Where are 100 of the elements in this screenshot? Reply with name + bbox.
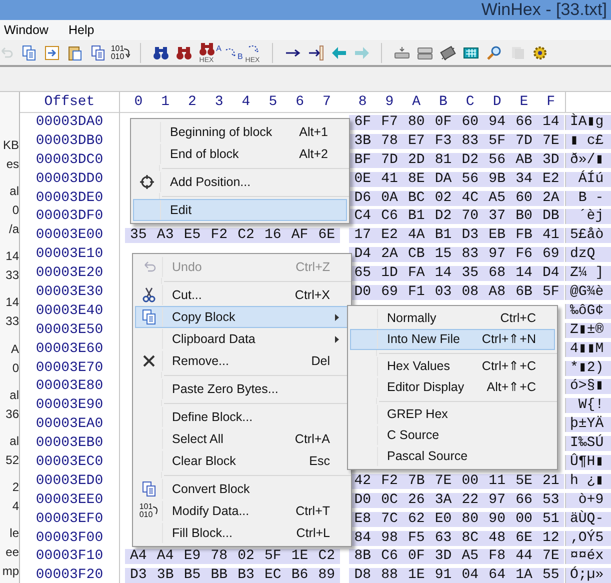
hex-byte: 62 — [402, 512, 430, 527]
menu-item[interactable]: C Source — [350, 425, 555, 446]
side-panel-text: 33 — [6, 267, 19, 284]
offset-cell: 00003EE0 — [20, 490, 120, 510]
hex-byte: 94 — [484, 114, 511, 130]
hex-byte: 5F — [259, 549, 286, 564]
menu-item[interactable]: Cut... Ctrl+X — [135, 284, 349, 306]
hex-byte: 04 — [456, 568, 484, 583]
hex-byte: AB — [510, 152, 538, 168]
calculator-icon — [462, 44, 478, 60]
text-cell: Z▮±® — [565, 322, 611, 338]
hex-byte: 6F — [349, 114, 376, 130]
column-header: B — [438, 92, 448, 112]
menu-item[interactable]: Copy Block — [135, 306, 349, 328]
menu-item[interactable]: Clear Block Esc — [135, 450, 349, 472]
menu-item[interactable]: Paste Zero Bytes... — [135, 378, 349, 400]
hex-byte: D4 — [537, 266, 564, 282]
hex-byte: D3 — [125, 568, 152, 583]
hex-byte: E7 — [402, 134, 430, 149]
hex-byte: 5E — [510, 474, 538, 489]
offset-cell: 00003DD0 — [20, 170, 120, 189]
menu-bar-item[interactable]: Window — [4, 20, 48, 40]
offset-cell: 00003DE0 — [20, 188, 120, 208]
hex-byte: 12 — [537, 530, 564, 546]
menu-item[interactable]: Define Block... — [135, 406, 349, 428]
text-cell: Û¶H▮ — [565, 454, 611, 470]
hex-byte: 1D — [376, 266, 403, 282]
menu-item[interactable]: End of block Alt+2 — [133, 143, 347, 165]
disk-drives-icon — [416, 44, 432, 60]
hex-byte: D4 — [349, 247, 376, 262]
text-cell: h ¿▮ — [565, 474, 611, 489]
hex-byte: EC — [259, 568, 286, 583]
hex-byte: D8 — [349, 568, 376, 583]
text-cell: W{! — [565, 398, 611, 414]
hex-byte: 80 — [402, 114, 430, 130]
hex-byte: 1A — [510, 568, 538, 583]
menu-item[interactable]: Convert Block — [135, 478, 349, 500]
menu-item[interactable]: GREP Hex — [350, 404, 555, 425]
hex-byte: E5 — [178, 228, 206, 244]
menu-item[interactable]: Editor Display Alt+⇑+C — [350, 377, 555, 398]
hex-byte: 14 — [430, 266, 457, 282]
hex-byte: 56 — [456, 172, 484, 187]
hex-byte: 17 — [349, 228, 376, 244]
hex-byte: 3B — [152, 568, 179, 583]
hex-byte: 88 — [376, 568, 403, 583]
text-cell: Z¼ ] — [565, 266, 611, 282]
text-cell: Ó;µ» — [565, 568, 611, 583]
offset-cell: 00003F00 — [20, 528, 120, 548]
offset-cell: 00003EA0 — [20, 415, 120, 434]
hex-byte: 60 — [510, 190, 538, 206]
menu-item[interactable]: Edit — [133, 199, 347, 221]
column-header: 1 — [160, 92, 171, 112]
hex-byte: 26 — [402, 492, 430, 508]
hex-byte: 91 — [430, 568, 457, 583]
menu-item[interactable]: Beginning of block Alt+1 — [133, 121, 347, 143]
hex-byte: 11 — [484, 474, 511, 489]
toolbar-button[interactable]: 101 010 — [109, 40, 132, 64]
text-cell: 4▮▮M — [565, 342, 611, 357]
column-header: C — [464, 92, 476, 112]
hex-byte: 2A — [537, 190, 564, 206]
side-panel-text: al — [10, 183, 19, 200]
gear-icon — [532, 44, 548, 60]
menu-item[interactable]: Remove... Del — [135, 350, 349, 372]
hex-byte: 70 — [456, 209, 484, 224]
hex-byte: 35 — [456, 266, 484, 282]
hex-byte: C6 — [376, 549, 403, 564]
menu-item[interactable]: Into New File Ctrl+⇑+N — [350, 329, 555, 350]
side-panel-text: le — [10, 525, 19, 542]
hex-byte: 44 — [510, 549, 538, 564]
hex-byte: F6 — [510, 247, 538, 262]
hex-byte: A4 — [125, 549, 152, 564]
menu-item[interactable]: Select All Ctrl+A — [135, 428, 349, 450]
menu-item[interactable]: Clipboard Data — [135, 328, 349, 350]
hex-byte: 7D — [376, 152, 403, 168]
column-header: 4 — [240, 92, 252, 112]
hex-byte: 97 — [484, 492, 511, 508]
offset-cell: 00003DC0 — [20, 150, 120, 170]
hex-byte: 6E — [510, 530, 538, 546]
hex-byte: E0 — [430, 512, 457, 527]
side-panel-text: 52 — [6, 452, 19, 469]
hex-byte: 8B — [349, 549, 376, 564]
hex-byte: 00 — [510, 512, 538, 527]
toolbar-button[interactable]: A B — [218, 40, 241, 64]
hex-byte: B6 — [286, 568, 314, 583]
hex-byte: 6B — [510, 284, 538, 300]
hex-byte: 0A — [376, 190, 403, 206]
side-panel-text: es — [6, 156, 19, 173]
menu-item[interactable]: Fill Block... Ctrl+L — [135, 522, 349, 544]
menu-item[interactable]: Hex Values Ctrl+⇑+C — [350, 356, 555, 377]
menu-item[interactable]: 101 010 Modify Data... Ctrl+T — [135, 500, 349, 522]
menu-bar-item[interactable]: Help — [68, 20, 94, 40]
hex-byte: A5 — [484, 190, 511, 206]
hex-byte: 7E — [430, 474, 457, 489]
offset-cell: 00003F20 — [20, 566, 120, 583]
hex-byte: F8 — [484, 549, 511, 564]
menu-item[interactable]: Normally Ctrl+C — [350, 308, 555, 329]
menu-item[interactable]: Add Position... — [133, 171, 347, 193]
column-header: 7 — [321, 92, 332, 112]
hex-byte: 0C — [376, 492, 403, 508]
menu-item[interactable]: Pascal Source — [350, 446, 555, 467]
